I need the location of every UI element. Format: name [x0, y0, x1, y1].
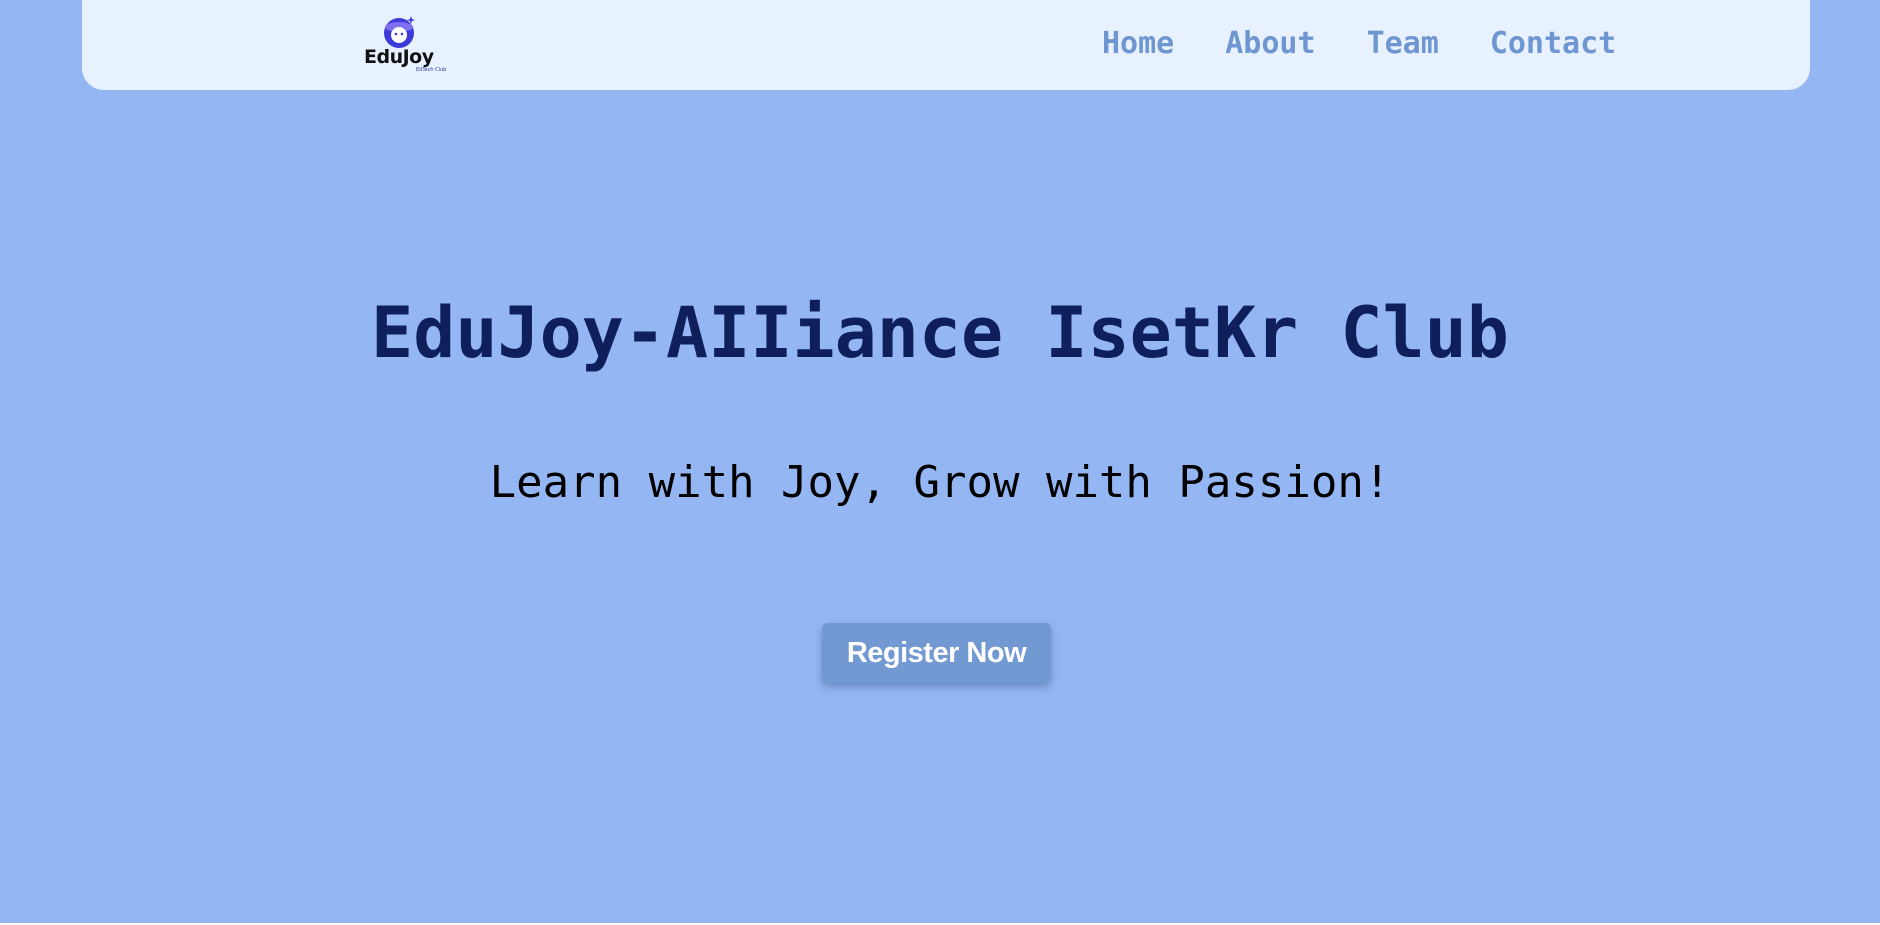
nav-link-home[interactable]: Home: [1102, 22, 1174, 66]
hero-subtitle: Learn with Joy, Grow with Passion!: [489, 457, 1391, 508]
nav-links: Home About Team Contact: [1102, 22, 1616, 66]
hero-title: EduJoy-AIIiance IsetKr Club: [371, 292, 1509, 374]
logo[interactable]: EduJoy EdTech Club: [360, 14, 446, 76]
register-now-button[interactable]: Register Now: [822, 623, 1051, 683]
nav-link-about[interactable]: About: [1225, 22, 1315, 66]
page: EduJoy EdTech Club Home About Team Conta…: [0, 0, 1880, 923]
navbar: EduJoy EdTech Club Home About Team Conta…: [82, 0, 1810, 90]
nav-link-contact[interactable]: Contact: [1490, 22, 1616, 66]
nav-link-team[interactable]: Team: [1367, 22, 1439, 66]
logo-tagline: EdTech Club: [416, 67, 447, 73]
edujoy-logo-icon: [384, 16, 415, 48]
logo-text: EduJoy: [364, 46, 434, 68]
